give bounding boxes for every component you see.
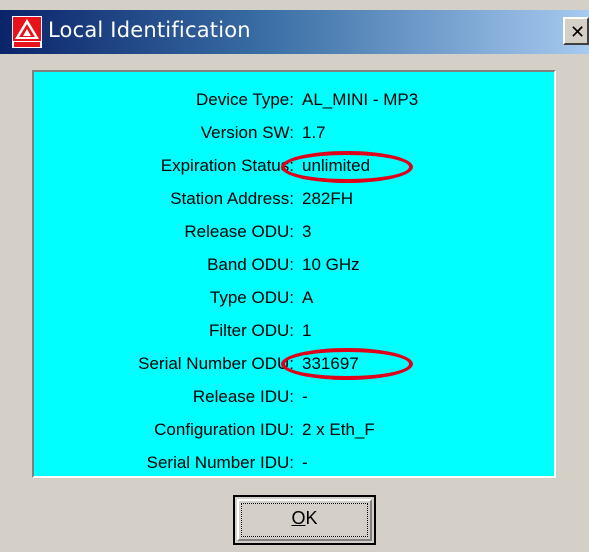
app-logo-icon bbox=[12, 16, 42, 48]
label-type-odu: Type ODU: bbox=[209, 288, 294, 307]
close-icon: ✕ bbox=[570, 22, 586, 43]
value-serial-number-idu: - bbox=[302, 453, 308, 472]
label-band-odu: Band ODU: bbox=[207, 255, 294, 274]
value-version-sw: 1.7 bbox=[302, 123, 326, 142]
label-station-address: Station Address: bbox=[170, 189, 294, 208]
label-expiration-status: Expiration Status: bbox=[160, 156, 294, 175]
value-filter-odu: 1 bbox=[302, 321, 312, 340]
label-serial-number-odu: Serial Number ODU: bbox=[138, 354, 294, 373]
highlight-ellipse-expiration bbox=[281, 151, 413, 183]
ok-button-label: OK bbox=[291, 508, 318, 528]
label-release-odu: Release ODU: bbox=[184, 222, 294, 241]
value-configuration-idu: 2 x Eth_F bbox=[302, 420, 375, 439]
highlight-ellipse-serial-odu bbox=[281, 348, 413, 380]
close-button[interactable]: ✕ bbox=[563, 17, 589, 45]
value-release-odu: 3 bbox=[302, 222, 312, 241]
label-device-type: Device Type: bbox=[196, 90, 294, 109]
label-configuration-idu: Configuration IDU: bbox=[154, 420, 294, 439]
value-type-odu: A bbox=[302, 288, 314, 307]
value-release-idu: - bbox=[302, 387, 308, 406]
value-station-address: 282FH bbox=[302, 189, 354, 208]
ok-button[interactable]: OK bbox=[233, 495, 376, 545]
identification-panel: Device Type: AL_MINI - MP3 Version SW: 1… bbox=[32, 70, 556, 478]
local-identification-dialog: Local Identification ✕ Device Type: AL_M… bbox=[0, 0, 589, 552]
window-title: Local Identification bbox=[48, 18, 251, 42]
label-version-sw: Version SW: bbox=[200, 123, 294, 142]
title-bar[interactable]: Local Identification ✕ bbox=[0, 10, 589, 54]
label-serial-number-idu: Serial Number IDU: bbox=[146, 453, 294, 472]
value-device-type: AL_MINI - MP3 bbox=[302, 90, 419, 109]
value-band-odu: 10 GHz bbox=[302, 255, 360, 274]
label-filter-odu: Filter ODU: bbox=[209, 321, 294, 340]
label-release-idu: Release IDU: bbox=[192, 387, 294, 406]
